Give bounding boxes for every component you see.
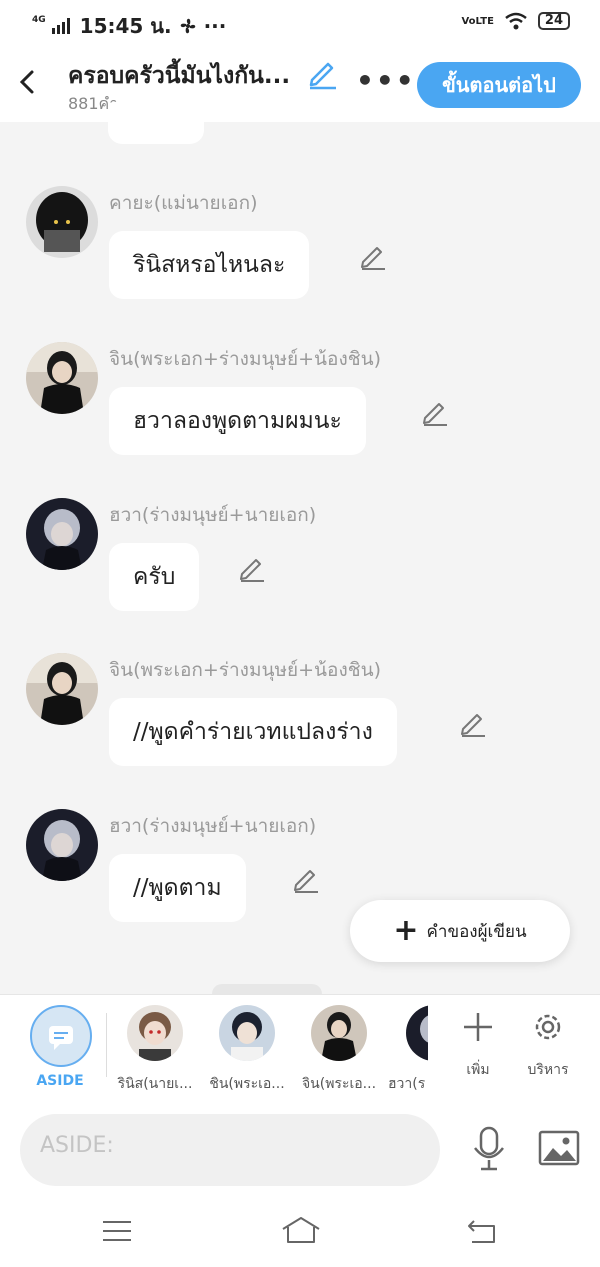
avatar [406,1005,428,1061]
add-character-button[interactable]: เพิ่ม [448,1009,508,1081]
character-item[interactable]: ชิน(พระเอ... [204,1005,290,1095]
next-step-button[interactable]: ขั้นตอนต่อไป [417,62,581,108]
character-item[interactable]: จิน(พระเอ... [296,1005,382,1095]
character-name: รินิส(นายเ... [117,1076,193,1092]
menu-icon[interactable] [102,1219,132,1247]
speaker-name: ฮวา(ร่างมนุษย์+นายเอก) [109,815,317,837]
message-bubble[interactable]: ฮวาลองพูดตามผมนะ [109,387,366,455]
back-nav-icon[interactable] [466,1217,498,1249]
microphone-icon[interactable] [470,1126,508,1176]
edit-message-icon[interactable] [292,865,320,893]
edit-message-icon[interactable] [421,398,449,426]
avatar[interactable] [26,342,98,414]
message-bubble[interactable]: รินิสหรอไหนละ [109,231,310,299]
character-name: ชิน(พระเอ... [209,1076,285,1092]
edit-title-icon[interactable] [306,58,338,90]
character-bar: ASIDE รินิส(นายเ... ชิน(พระเอ... จิน(พระ… [0,994,600,1103]
aside-button[interactable] [30,1005,92,1067]
clock: 15:45 น. [79,14,172,38]
status-right: VoLTE 24 [461,12,570,30]
plus-icon: + [393,913,419,948]
more-options-icon[interactable]: ••• [356,64,416,97]
edit-message-icon[interactable] [238,554,266,582]
image-icon[interactable] [538,1128,580,1172]
speaker-name: ฮวา(ร่างมนุษย์+นายเอก) [109,504,317,526]
character-name: ฮวา(ร [388,1076,426,1092]
message-bubble[interactable]: //พูดตาม [109,854,246,922]
edit-message-icon[interactable] [359,242,387,270]
chat-bubble-icon [49,1026,73,1050]
author-note-button[interactable]: + คำของผู้เขียน [350,900,570,962]
manage-label: บริหาร [527,1062,569,1078]
avatar [219,1005,275,1061]
avatar[interactable] [26,186,98,258]
volte-label: VoLTE [461,15,494,27]
character-item[interactable]: รินิส(นายเ... [112,1005,198,1095]
message-input-container [20,1114,440,1186]
message-bubble[interactable]: ครับ [109,543,200,611]
message-input[interactable] [38,1132,422,1159]
add-label: เพิ่ม [466,1062,490,1078]
speaker-name: จิน(พระเอก+ร่างมนุษย์+น้องชิน) [109,659,382,681]
back-icon[interactable] [14,66,42,98]
status-left: 4G 15:45 น. ··· [32,10,226,42]
divider [106,1013,107,1077]
aside-label: ASIDE [36,1073,84,1089]
speaker-name: จิน(พระเอก+ร่างมนุษย์+น้องชิน) [109,348,382,370]
plus-icon [464,1013,492,1041]
avatar [127,1005,183,1061]
system-nav-bar [0,1195,600,1267]
signal-icon [51,18,70,34]
avatar[interactable] [26,809,98,881]
more-notifications-icon: ··· [203,14,227,38]
speaker-name: คายะ(แม่นายเอก) [109,192,258,214]
network-label: 4G [32,14,46,25]
author-note-label: คำของผู้เขียน [426,921,527,942]
previous-message-bubble [108,100,204,144]
wifi-icon [505,12,527,30]
top-bar: ครอบครัวนี้มันไงกัน... 881คำ ••• ขั้นตอน… [0,46,600,122]
avatar[interactable] [26,498,98,570]
character-item[interactable]: ฮวา(ร [388,1005,428,1095]
manage-button[interactable]: บริหาร [518,1009,578,1081]
home-icon[interactable] [280,1215,322,1249]
battery-indicator: 24 [537,12,570,30]
edit-message-icon[interactable] [459,709,487,737]
gear-icon [535,1014,561,1040]
avatar[interactable] [26,653,98,725]
avatar [311,1005,367,1061]
status-bar: 4G 15:45 น. ··· VoLTE 24 [0,0,600,46]
message-bubble[interactable]: //พูดคำร่ายเวทแปลงร่าง [109,698,397,766]
page-title: ครอบครัวนี้มันไงกัน... [68,63,291,89]
fan-icon [180,18,195,34]
character-name: จิน(พระเอ... [301,1076,377,1092]
